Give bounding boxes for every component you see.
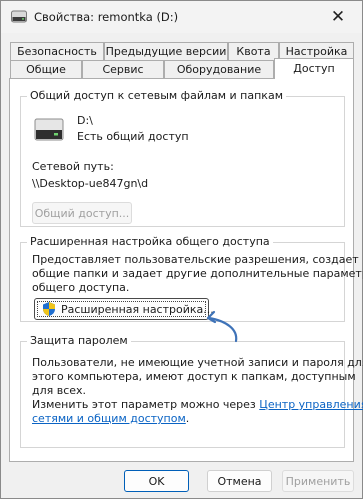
properties-window: Свойства: remontka (D:) ✕ Безопасность П… [0,0,363,499]
drive-share-status: Есть общий доступ [77,130,189,143]
close-icon: ✕ [330,7,346,27]
advanced-sharing-description-line: Предоставляет пользовательские разрешени… [32,253,359,266]
title-bar: Свойства: remontka (D:) ✕ [1,1,362,33]
network-center-link[interactable]: Центр управления [259,398,363,411]
drive-icon [11,10,27,23]
link-suffix: . [185,412,190,425]
tab-general[interactable]: Общие [10,60,82,78]
network-sharing-legend: Общий доступ к сетевым файлам и папкам [27,89,286,102]
password-description-line: этого компьютера, имеют доступ к папкам,… [32,370,356,383]
tab-hardware[interactable]: Оборудование [164,60,274,78]
advanced-sharing-description-line: общего доступа. [32,281,130,294]
password-description-line: для всех. [32,384,87,397]
cancel-button[interactable]: Отмена [207,470,272,492]
advanced-sharing-group: Расширенная настройка общего доступа Пре… [20,235,363,322]
network-path-value: \\Desktop-ue847gn\d [32,177,149,190]
ok-button[interactable]: OK [124,470,189,492]
change-setting-line: Изменить этот параметр можно через Центр… [32,398,363,412]
password-protection-group: Защита паролем Пользователи, не имеющие … [20,334,363,448]
password-description-line: Пользователи, не имеющие учетной записи … [32,356,363,369]
annotation-arrow [206,310,238,343]
advanced-sharing-description-line: общие папки и задает другие дополнительн… [32,267,363,280]
change-setting-text: Изменить этот параметр можно через [32,398,256,411]
tab-quota[interactable]: Квота [228,42,279,60]
apply-button[interactable]: Применить [282,470,354,492]
sharing-panel: Общий доступ к сетевым файлам и папкам D… [9,78,363,462]
window-title: Свойства: remontka (D:) [34,10,179,24]
network-center-link-line2: сетями и общим доступом. [32,412,189,426]
advanced-sharing-legend: Расширенная настройка общего доступа [27,235,273,248]
tab-tools[interactable]: Сервис [82,60,164,78]
network-center-link[interactable]: сетями и общим доступом [32,412,186,425]
drive-name: D:\ [77,114,93,127]
network-path-label: Сетевой путь: [32,160,114,173]
drive-icon [34,118,64,141]
close-button[interactable]: ✕ [318,2,358,32]
password-protection-legend: Защита паролем [27,334,131,347]
advanced-sharing-button-label: Расширенная настройка... [61,302,214,316]
shield-icon [43,302,55,316]
network-sharing-group: Общий доступ к сетевым файлам и папкам D… [20,89,345,227]
share-button[interactable]: Общий доступ... [32,202,132,224]
advanced-sharing-button[interactable]: Расширенная настройка... [34,298,214,320]
tab-sharing[interactable]: Доступ [274,58,354,79]
tab-security[interactable]: Безопасность [10,42,104,60]
tab-previous-versions[interactable]: Предыдущие версии [104,42,228,60]
